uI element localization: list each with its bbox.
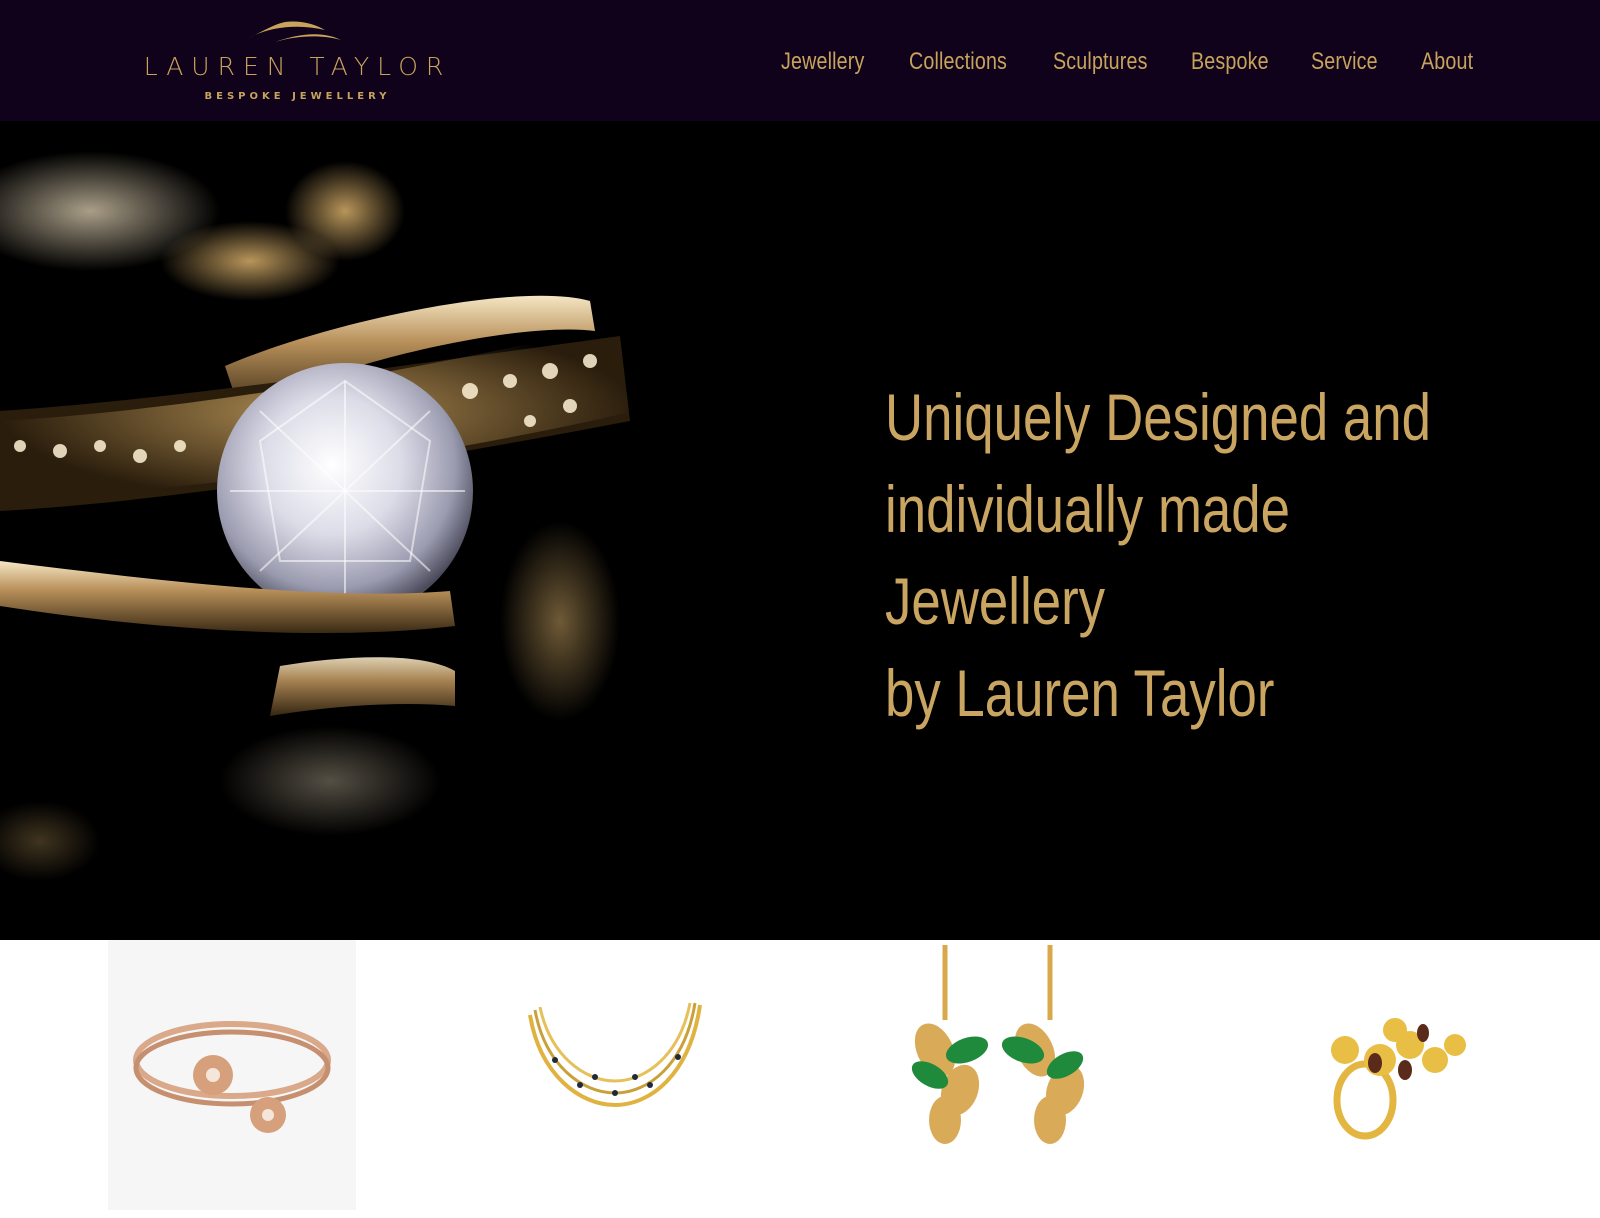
hero-headline-line-2: individually made Jewellery bbox=[885, 472, 1291, 638]
product-strip bbox=[0, 940, 1600, 1218]
main-nav: Jewellery Collections Sculptures Bespoke… bbox=[0, 0, 1600, 121]
nav-item-sculptures[interactable]: Sculptures bbox=[1053, 48, 1148, 76]
product-bangle[interactable] bbox=[108, 940, 356, 1210]
nav-item-service[interactable]: Service bbox=[1311, 48, 1378, 76]
diamond-ring-photo bbox=[0, 151, 635, 881]
nav-item-jewellery[interactable]: Jewellery bbox=[781, 48, 865, 76]
nav-item-collections[interactable]: Collections bbox=[909, 48, 1007, 76]
gold-necklace-image bbox=[528, 1002, 702, 1108]
hero-headline: Uniquely Designed and individually made … bbox=[885, 371, 1445, 739]
nav-item-bespoke[interactable]: Bespoke bbox=[1191, 48, 1269, 76]
product-necklace[interactable] bbox=[520, 995, 710, 1125]
product-ring[interactable] bbox=[1305, 1015, 1480, 1145]
product-earrings[interactable] bbox=[905, 940, 1105, 1180]
hero-headline-line-1: Uniquely Designed and bbox=[885, 380, 1431, 454]
hero-banner: Uniquely Designed and individually made … bbox=[0, 121, 1600, 940]
bangle-bracelet-image bbox=[133, 1021, 331, 1133]
hero-headline-line-3: by Lauren Taylor bbox=[885, 656, 1275, 730]
site-header: LAUREN TAYLOR BESPOKE JEWELLERY Jeweller… bbox=[0, 0, 1600, 121]
nav-item-about[interactable]: About bbox=[1421, 48, 1473, 76]
flower-ring-image bbox=[1331, 1018, 1466, 1140]
leaf-earrings-image bbox=[911, 945, 1085, 1144]
